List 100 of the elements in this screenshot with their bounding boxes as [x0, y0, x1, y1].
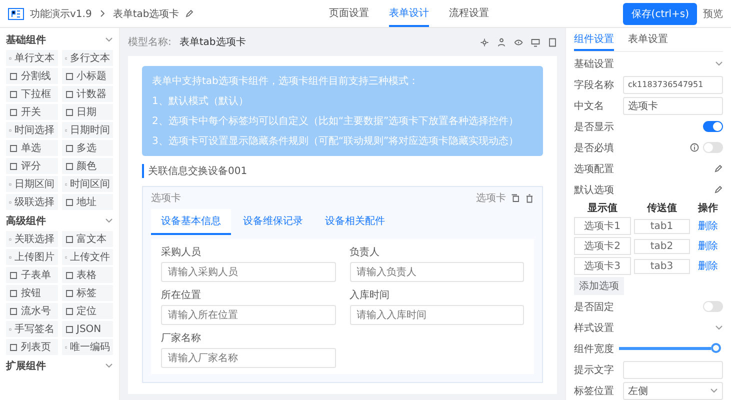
chevron-icon[interactable] — [105, 218, 113, 224]
field-label: 中文名 — [574, 100, 604, 112]
notice-text: 1、默认模式（默认） — [152, 94, 250, 108]
component-item[interactable]: 日期时间 — [62, 122, 113, 138]
component-item[interactable]: 开关 — [6, 104, 58, 120]
delete-link[interactable]: 删除 — [693, 219, 723, 233]
component-item[interactable]: 多行文本 — [62, 50, 113, 66]
select-field[interactable]: 左侧 — [623, 382, 723, 400]
component-item[interactable]: 关联选择 — [6, 231, 58, 247]
component-item[interactable]: 日期区间 — [6, 176, 58, 192]
section-heading: 基础设置 — [574, 58, 614, 70]
slider-handle[interactable] — [710, 343, 720, 353]
component-item[interactable]: 评分 — [6, 158, 58, 174]
group-title: 扩展组件 — [6, 359, 46, 372]
delete-link[interactable]: 删除 — [693, 259, 723, 273]
model-name: 表单tab选项卡 — [179, 36, 246, 49]
input-field[interactable]: 选项卡 — [623, 96, 723, 114]
card-tab[interactable]: 设备基本信息 — [151, 209, 231, 235]
component-item[interactable]: 小标题 — [62, 68, 113, 84]
field-label: 标签位置 — [574, 384, 614, 398]
table-cell: 选项卡2 — [574, 237, 630, 255]
panel-tab[interactable]: 组件设置 — [574, 28, 614, 51]
component-item[interactable]: 列表页 — [6, 339, 58, 355]
component-item[interactable]: 分割线 — [6, 68, 58, 84]
input-field[interactable]: 请输入入库时间 — [350, 305, 524, 325]
field-label: 负责人 — [350, 246, 380, 259]
component-item[interactable]: 多选 — [62, 140, 113, 156]
person-icon — [497, 38, 506, 46]
column-header: 显示值 — [586, 202, 618, 215]
component-item[interactable]: 定位 — [62, 303, 113, 319]
toggle-switch[interactable] — [703, 142, 723, 153]
group-title: 高级组件 — [6, 214, 46, 228]
nav-tab[interactable]: 页面设置 — [328, 0, 369, 27]
chevron-icon[interactable] — [105, 36, 113, 42]
component-item[interactable]: 计数器 — [62, 86, 113, 102]
component-item[interactable]: 表格 — [62, 267, 113, 283]
column-header: 操作 — [696, 202, 719, 215]
table-cell: tab1 — [634, 218, 690, 234]
component-item[interactable]: 上传文件 — [62, 249, 113, 265]
component-item[interactable]: 唯一编码 — [62, 339, 113, 355]
edit-icon — [185, 9, 194, 18]
chevron-icon[interactable] — [105, 362, 113, 368]
input-field[interactable]: 请输入采购人员 — [161, 262, 336, 282]
chevron-icon[interactable] — [715, 324, 723, 330]
component-item[interactable]: 手写签名 — [6, 321, 58, 337]
table-cell: 选项卡3 — [574, 257, 630, 275]
component-item[interactable]: 子表单 — [6, 267, 58, 283]
component-item[interactable]: 上传图片 — [6, 249, 58, 265]
component-item[interactable]: 标签 — [62, 285, 113, 301]
input-field[interactable]: 请输入负责人 — [350, 262, 524, 282]
breadcrumb-link[interactable]: 功能演示v1.9 — [30, 6, 92, 20]
toggle-switch[interactable] — [703, 121, 723, 132]
input-field[interactable]: 请输入所在位置 — [161, 305, 336, 325]
add-option-button[interactable]: 添加选项 — [574, 277, 624, 295]
field-label: 厂家名称 — [161, 332, 202, 345]
input-field[interactable] — [623, 360, 723, 378]
chevron-icon[interactable] — [710, 388, 718, 394]
field-label: 入库时间 — [350, 288, 390, 302]
card-tab[interactable]: 设备维保记录 — [233, 209, 313, 235]
component-item[interactable]: JSON — [62, 321, 113, 337]
card-tab[interactable]: 设备相关配件 — [315, 209, 395, 235]
card-title: 选项卡 — [151, 192, 181, 205]
component-item[interactable]: 地址 — [62, 194, 113, 210]
component-item[interactable]: 颜色 — [62, 158, 113, 174]
chevron-icon[interactable] — [715, 60, 723, 66]
field-label: 组件宽度 — [574, 342, 614, 356]
component-item[interactable]: 下拉框 — [6, 86, 58, 102]
save-button[interactable]: 保存(ctrl+s) — [623, 2, 697, 24]
copy-icon — [511, 194, 520, 202]
form-title: 表单tab选项卡 — [112, 8, 180, 20]
eye-icon — [514, 38, 523, 46]
field-label: 所在位置 — [161, 288, 202, 302]
table-cell: tab2 — [634, 238, 690, 254]
component-item[interactable]: 时间选择 — [6, 122, 58, 138]
table-cell: tab3 — [634, 258, 690, 274]
component-item[interactable]: 按钮 — [6, 285, 58, 301]
field-label: 采购人员 — [161, 246, 202, 259]
field-label: 是否必填 — [574, 142, 614, 154]
component-item[interactable]: 单行文本 — [6, 50, 58, 66]
notice-text: 2、选项卡中每个标签均可以自定义（比如“主要数据”选项卡下放置各种选择控件） — [152, 114, 520, 128]
panel-tab[interactable]: 表单设置 — [628, 28, 668, 51]
column-header: 传送值 — [646, 202, 678, 215]
component-item[interactable]: 级联选择 — [6, 194, 58, 210]
edit-icon — [714, 164, 723, 173]
toggle-switch[interactable] — [703, 301, 723, 312]
component-item[interactable]: 富文本 — [62, 231, 113, 247]
preview-link[interactable]: 预览 — [703, 6, 723, 20]
field-label: 是否显示 — [574, 120, 614, 134]
component-item[interactable]: 时间区间 — [62, 176, 113, 192]
component-item[interactable]: 单选 — [6, 140, 58, 156]
component-item[interactable]: 日期 — [62, 104, 113, 120]
section-title: 关联信息交换设备001 — [142, 164, 543, 178]
desktop-icon — [531, 38, 540, 46]
field-label: 选项配置 — [574, 162, 614, 176]
component-item[interactable]: 流水号 — [6, 303, 58, 319]
input-field[interactable]: 请输入厂家名称 — [161, 348, 336, 368]
nav-tab[interactable]: 流程设置 — [448, 0, 489, 27]
info-icon — [690, 143, 699, 152]
delete-link[interactable]: 删除 — [693, 239, 723, 253]
select-field[interactable]: ck1183736547951 — [623, 76, 723, 94]
